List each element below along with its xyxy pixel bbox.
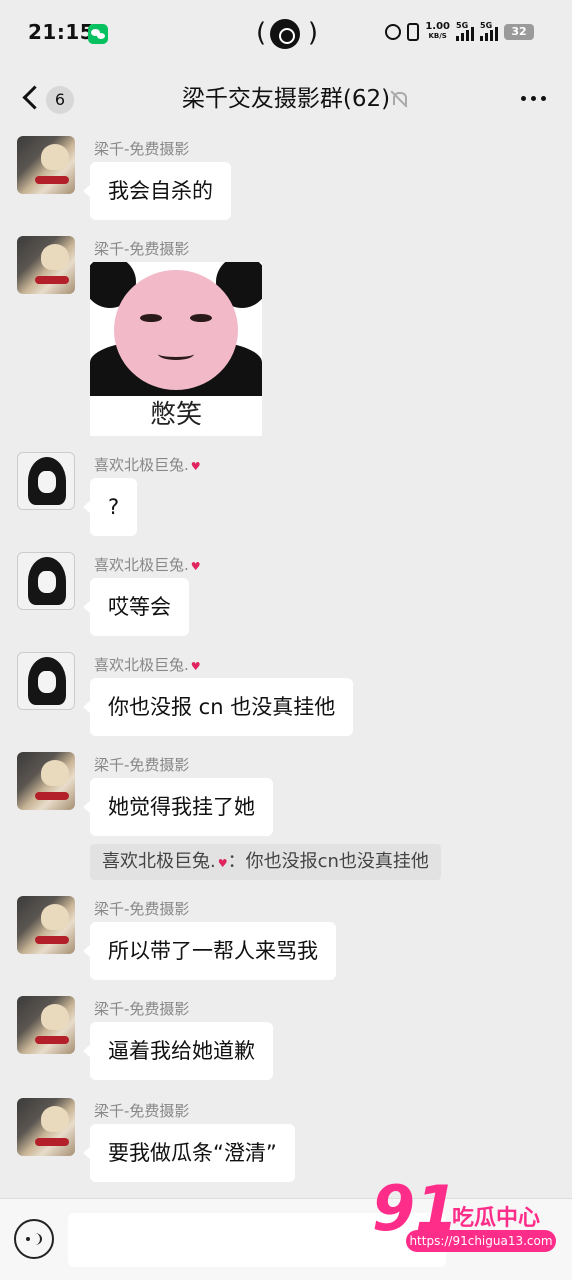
- heart-emoji-icon: ♥: [190, 660, 201, 673]
- sender-name: 梁千-免费摄影: [94, 1102, 190, 1120]
- battery-icon: 32: [504, 23, 534, 40]
- avatar[interactable]: [17, 552, 75, 610]
- signal-icon-2: 5G: [480, 21, 498, 41]
- sender-name: 梁千-免费摄影: [94, 900, 190, 918]
- mute-bell-icon: [390, 90, 408, 108]
- avatar[interactable]: [17, 1098, 75, 1156]
- vibrate-icon: [407, 22, 420, 41]
- heart-emoji-icon: ♥: [190, 460, 201, 473]
- avatar[interactable]: [17, 236, 75, 294]
- network-speed: 1.00 KB/S: [425, 21, 450, 41]
- sender-name: 梁千-免费摄影: [94, 1000, 190, 1018]
- chat-title: 梁千交友摄影群(62): [181, 86, 391, 112]
- sticker-image[interactable]: 憋笑: [90, 262, 262, 436]
- sender-name: 喜欢北极巨兔. ♥: [94, 556, 201, 574]
- avatar[interactable]: [17, 652, 75, 710]
- sender-name: 梁千-免费摄影: [94, 240, 190, 258]
- message-list[interactable]: 梁千-免费摄影 我会自杀的 梁千-免费摄影 憋笑 喜欢北极巨兔. ♥ ? 喜欢北极…: [0, 132, 572, 1198]
- status-icons: 1.00 KB/S 5G 5G 32: [385, 21, 534, 41]
- voice-input-icon[interactable]: [14, 1219, 54, 1259]
- message-bubble[interactable]: 哎等会: [83, 578, 189, 636]
- sender-name: 梁千-免费摄影: [94, 140, 190, 158]
- avatar[interactable]: [17, 996, 75, 1054]
- heart-emoji-icon: ♥: [190, 560, 201, 573]
- message-bubble[interactable]: 她觉得我挂了她: [83, 778, 273, 836]
- alarm-icon: [385, 23, 402, 40]
- message-bubble[interactable]: ?: [82, 478, 138, 536]
- watermark-logo: 91 吃瓜中心 https://91chigua13.com: [372, 1174, 562, 1260]
- status-time: 21:15: [28, 20, 95, 44]
- sender-name: 喜欢北极巨兔. ♥: [94, 456, 201, 474]
- message-bubble[interactable]: 逼着我给她道歉: [83, 1022, 273, 1080]
- message-bubble[interactable]: 我会自杀的: [83, 162, 231, 220]
- more-dots-icon[interactable]: [521, 96, 546, 101]
- status-bar: 21:15 ( ) 1.00 KB/S 5G 5G 32: [0, 0, 572, 66]
- hotspot-icon: [270, 19, 300, 49]
- sender-name: 梁千-免费摄影: [94, 756, 190, 774]
- chat-header: 6 梁千交友摄影群(62): [0, 66, 572, 132]
- avatar[interactable]: [17, 752, 75, 810]
- avatar[interactable]: [17, 896, 75, 954]
- wechat-notification-icon: [88, 24, 108, 44]
- avatar[interactable]: [17, 452, 75, 510]
- message-bubble[interactable]: 要我做瓜条“澄清”: [83, 1124, 295, 1182]
- avatar[interactable]: [17, 136, 75, 194]
- sender-name: 喜欢北极巨兔. ♥: [94, 656, 201, 674]
- dynamic-island: ( ): [256, 18, 318, 49]
- message-bubble[interactable]: 你也没报 cn 也没真挂他: [82, 678, 354, 736]
- message-bubble[interactable]: 所以带了一帮人来骂我: [83, 922, 336, 980]
- sticker-caption: 憋笑: [149, 400, 202, 430]
- signal-icon: 5G: [456, 21, 474, 41]
- heart-emoji-icon: ♥: [217, 857, 228, 870]
- quoted-message[interactable]: 喜欢北极巨兔. ♥：你也没报cn也没真挂他: [90, 844, 441, 880]
